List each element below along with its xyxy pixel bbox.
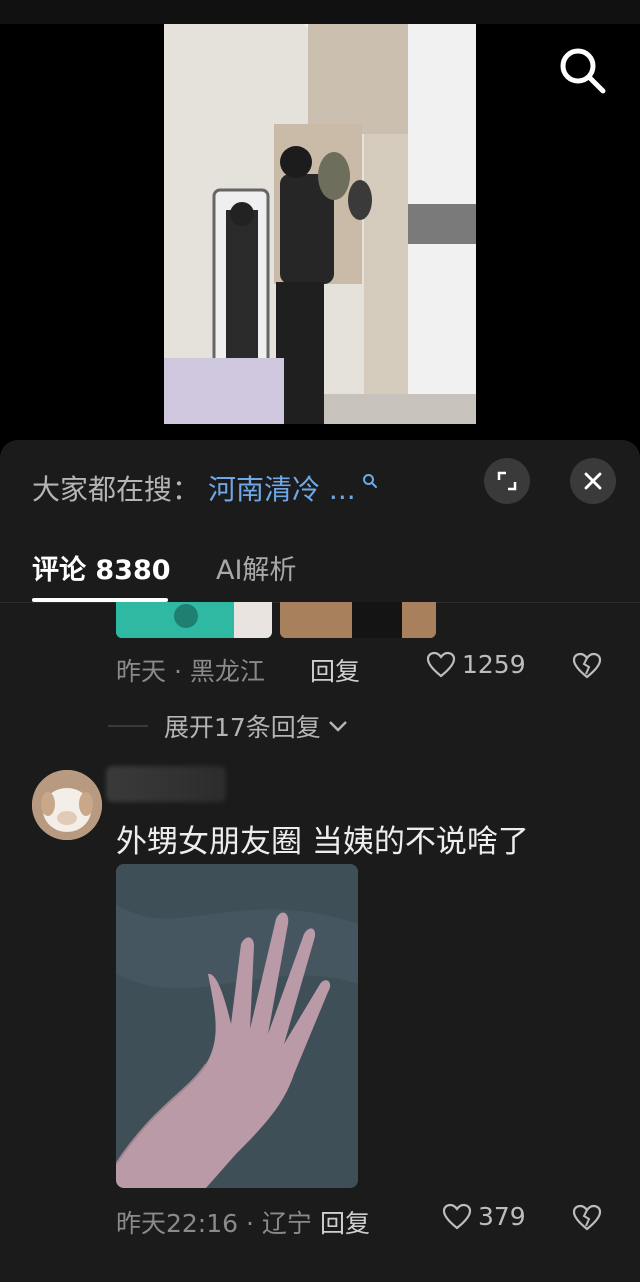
close-icon (584, 472, 602, 490)
comment-image-thumb[interactable] (116, 602, 272, 638)
video-frame[interactable] (164, 24, 476, 424)
dislike-button[interactable] (572, 1204, 602, 1236)
heart-icon (426, 651, 456, 677)
close-button[interactable] (570, 458, 616, 504)
divider (108, 725, 148, 727)
comments-sheet: 大家都在搜： 河南清冷 ... 评论 8380 AI解析 昨天 · 黑龙江 回复… (0, 440, 640, 1282)
thumb-art (280, 602, 436, 638)
comment-meta: 昨天22:16 · 辽宁 (116, 1209, 312, 1238)
like-button[interactable]: 1259 (426, 650, 526, 679)
expand-replies-label: 展开17条回复 (164, 713, 321, 742)
username-redacted (106, 766, 226, 802)
hot-search-row[interactable]: 大家都在搜： 河南清冷 ... (32, 468, 378, 508)
video-player[interactable] (0, 24, 640, 440)
expand-button[interactable] (484, 458, 530, 504)
search-icon (362, 474, 377, 488)
reply-button[interactable]: 回复 (320, 1204, 370, 1240)
broken-heart-icon (572, 652, 602, 679)
avatar[interactable] (32, 770, 102, 840)
status-bar (0, 0, 640, 24)
like-button[interactable]: 379 (442, 1202, 526, 1231)
heart-icon (442, 1203, 472, 1229)
expand-icon (497, 471, 517, 491)
dislike-button[interactable] (572, 652, 602, 684)
comment-meta: 昨天 · 黑龙江 (116, 657, 265, 686)
comment-image-thumb[interactable] (280, 602, 436, 638)
hot-search-link[interactable]: 河南清冷 ... (208, 468, 356, 508)
tab-ai-analysis[interactable]: AI解析 (216, 548, 296, 587)
tab-bar: 评论 8380 AI解析 (0, 540, 640, 603)
hand-photo (116, 864, 358, 1188)
thumb-art (116, 602, 272, 638)
reply-button[interactable]: 回复 (310, 652, 360, 688)
comment-text: 外甥女朋友圈 当姨的不说啥了 (116, 824, 529, 860)
chevron-down-icon (328, 721, 347, 732)
like-count: 379 (478, 1202, 526, 1231)
video-scene (164, 24, 476, 424)
avatar-art (32, 770, 102, 840)
comment-image[interactable] (116, 864, 358, 1188)
expand-replies[interactable]: 展开17条回复 (108, 708, 349, 744)
tab-comments[interactable]: 评论 8380 (32, 548, 171, 587)
search-button[interactable] (556, 44, 608, 96)
like-count: 1259 (462, 650, 526, 679)
broken-heart-icon (572, 1204, 602, 1231)
hot-search-prefix: 大家都在搜： (32, 473, 201, 506)
search-icon (560, 48, 606, 94)
